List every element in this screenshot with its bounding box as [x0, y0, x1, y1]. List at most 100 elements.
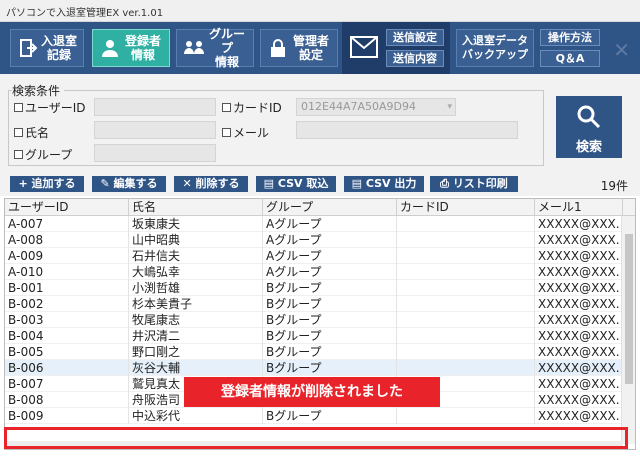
table-cell: A-009	[5, 248, 129, 264]
table-cell: 牧尾康志	[129, 312, 263, 328]
exit-door-icon	[17, 37, 39, 59]
send-settings-button[interactable]: 送信設定	[386, 29, 444, 46]
card-id-select[interactable]: 012E44A7A50A9D94 ▾	[296, 98, 456, 116]
backup-label: 入退室データ バックアップ	[462, 34, 528, 61]
csv-export-button[interactable]: ▤ CSV 出力	[344, 176, 424, 192]
card-id-label: カードID	[233, 101, 282, 115]
search-conditions-title: 検索条件	[12, 82, 65, 99]
csv-export-label: CSV 出力	[365, 177, 417, 190]
qa-button[interactable]: Q＆A	[540, 50, 600, 67]
edit-label: 編集する	[113, 177, 158, 190]
table-row[interactable]: A-007 坂東康夫 Aグループ XXXXX@XXX.	[5, 216, 623, 232]
column-header-group[interactable]: グループ	[263, 199, 397, 215]
mail-input[interactable]	[296, 121, 518, 139]
table-cell: Aグループ	[263, 232, 397, 248]
table-cell: XXXXX@XXX.	[535, 232, 623, 248]
table-cell: XXXXX@XXX.	[535, 312, 623, 328]
user-id-checkbox[interactable]: ユーザーID	[14, 99, 86, 116]
delete-label: 削除する	[195, 177, 240, 190]
table-cell: 井沢清二	[129, 328, 263, 344]
search-panel: 検索条件 ユーザーID 氏名 グループ カードID 012E44A7A50A9D…	[0, 74, 640, 170]
table-cell	[397, 344, 535, 360]
user-id-label: ユーザーID	[25, 101, 86, 115]
table-cell: XXXXX@XXX.	[535, 376, 623, 392]
table-row[interactable]: A-009 石井信夫 Aグループ XXXXX@XXX.	[5, 248, 623, 264]
group-info-label: グループ 情報	[208, 27, 245, 69]
table-cell: A-007	[5, 216, 129, 232]
printer-icon: ⎙	[440, 177, 453, 190]
table-cell: Bグループ	[263, 280, 397, 296]
group-input[interactable]	[94, 144, 216, 162]
chevron-down-icon: ▾	[447, 102, 452, 112]
close-icon[interactable]: ✕	[613, 38, 630, 62]
table-cell	[397, 264, 535, 280]
csv-import-button[interactable]: ▤ CSV 取込	[256, 176, 336, 192]
table-cell	[397, 296, 535, 312]
column-header-user-id[interactable]: ユーザーID	[5, 199, 129, 215]
mail-checkbox[interactable]: メール	[222, 124, 269, 141]
table-cell	[397, 232, 535, 248]
person-icon	[99, 37, 121, 59]
table-row[interactable]: B-003 牧尾康志 Bグループ XXXXX@XXX.	[5, 312, 623, 328]
user-id-input[interactable]	[94, 98, 216, 116]
card-id-value: 012E44A7A50A9D94	[301, 100, 416, 113]
table-cell: Bグループ	[263, 328, 397, 344]
vertical-scrollbar[interactable]	[621, 216, 635, 444]
table-cell: B-002	[5, 296, 129, 312]
table-cell: XXXXX@XXX.	[535, 248, 623, 264]
table-cell: 石井信夫	[129, 248, 263, 264]
x-icon: ✕	[182, 177, 196, 190]
backup-button[interactable]: 入退室データ バックアップ	[456, 29, 534, 67]
table-row[interactable]: B-004 井沢清二 Bグループ XXXXX@XXX.	[5, 328, 623, 344]
entry-record-button[interactable]: 入退室 記録	[10, 29, 84, 67]
mail-group: 送信設定 送信内容	[342, 22, 450, 74]
table-cell: XXXXX@XXX.	[535, 280, 623, 296]
table-cell: XXXXX@XXX.	[535, 328, 623, 344]
table-cell: XXXXX@XXX.	[535, 360, 623, 376]
name-checkbox[interactable]: 氏名	[14, 124, 49, 141]
table-row[interactable]: A-008 山中昭典 Aグループ XXXXX@XXX.	[5, 232, 623, 248]
edit-button[interactable]: ✎ 編集する	[92, 176, 166, 192]
group-info-button[interactable]: グループ 情報	[176, 27, 254, 69]
search-icon	[576, 104, 602, 133]
table-cell	[397, 248, 535, 264]
main-toolbar: 入退室 記録 登録者 情報 グループ 情報 管理者 設定 送信設定 送信内容 入…	[0, 22, 640, 74]
send-content-button[interactable]: 送信内容	[386, 50, 444, 67]
table-row[interactable]: B-005 野口剛之 Bグループ XXXXX@XXX.	[5, 344, 623, 360]
table-cell: B-005	[5, 344, 129, 360]
file-icon: ▤	[351, 177, 366, 190]
admin-settings-button[interactable]: 管理者 設定	[260, 29, 338, 67]
registrant-info-button[interactable]: 登録者 情報	[92, 29, 170, 67]
scrollbar-thumb[interactable]	[625, 234, 633, 384]
search-button-label: 検索	[575, 140, 602, 155]
table-cell: Bグループ	[263, 312, 397, 328]
table-cell: XXXXX@XXX.	[535, 408, 623, 424]
delete-button[interactable]: ✕ 削除する	[174, 176, 248, 192]
table-row[interactable]: B-009 中込彩代 Bグループ XXXXX@XXX.	[5, 408, 623, 424]
table-row[interactable]: B-002 杉本美貴子 Bグループ XXXXX@XXX.	[5, 296, 623, 312]
column-header-card-id[interactable]: カードID	[397, 199, 535, 215]
table-cell: 杉本美貴子	[129, 296, 263, 312]
window-title: パソコンで入退室管理EX ver.1.01	[6, 8, 164, 19]
pencil-icon: ✎	[100, 177, 114, 190]
table-cell: Bグループ	[263, 296, 397, 312]
table-cell: 大嶋弘幸	[129, 264, 263, 280]
print-list-button[interactable]: ⎙ リスト印刷	[430, 176, 518, 192]
table-row[interactable]: A-010 大嶋弘幸 Aグループ XXXXX@XXX.	[5, 264, 623, 280]
add-button[interactable]: + 追加する	[10, 176, 84, 192]
name-input[interactable]	[94, 121, 216, 139]
registrant-info-label: 登録者 情報	[124, 34, 161, 62]
search-button[interactable]: 検索	[556, 96, 622, 158]
card-id-checkbox[interactable]: カードID	[222, 99, 282, 116]
csv-import-label: CSV 取込	[277, 177, 329, 190]
column-header-name[interactable]: 氏名	[129, 199, 263, 215]
table-cell: 中込彩代	[129, 408, 263, 424]
checkbox-box	[14, 128, 23, 137]
table-cell: Bグループ	[263, 360, 397, 376]
table-cell: Bグループ	[263, 344, 397, 360]
column-header-mail[interactable]: メール1	[535, 199, 623, 215]
group-checkbox[interactable]: グループ	[14, 146, 72, 163]
how-to-button[interactable]: 操作方法	[540, 29, 600, 46]
table-row[interactable]: B-001 小渕哲雄 Bグループ XXXXX@XXX.	[5, 280, 623, 296]
table-row[interactable]: B-006 灰谷大輔 Bグループ XXXXX@XXX.	[5, 360, 623, 376]
